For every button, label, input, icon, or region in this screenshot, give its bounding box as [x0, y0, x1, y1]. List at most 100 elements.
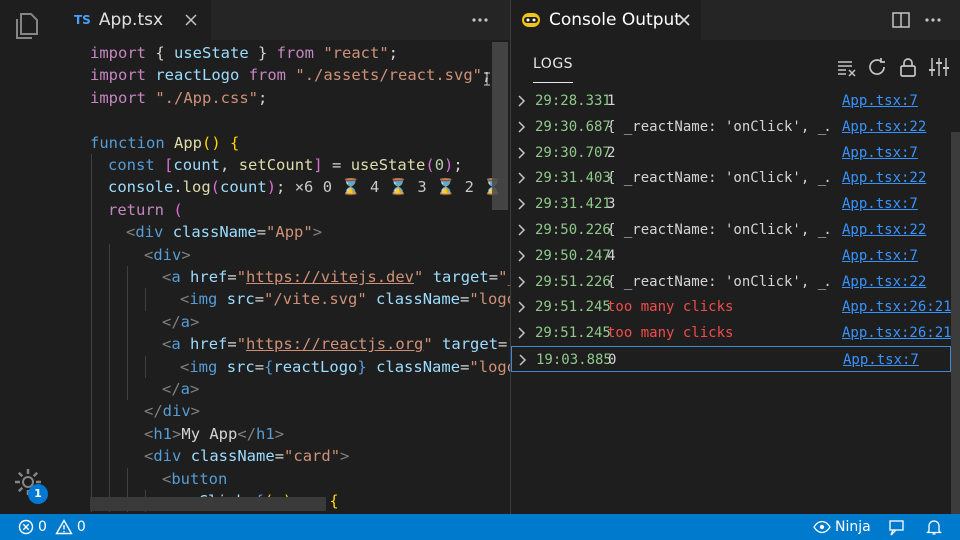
code-line[interactable]: import reactLogo from "./assets/react.sv… [90, 64, 491, 86]
clear-log-icon[interactable] [836, 56, 858, 78]
chevron-right-icon[interactable] [517, 121, 527, 133]
code-line[interactable]: <a href="https://reactjs.org" target="_ [162, 333, 510, 355]
log-row[interactable]: 29:50.247 4 App.tsx:7 [511, 243, 951, 269]
log-row[interactable]: 29:51.245 too many clicks App.tsx:26:21 [511, 294, 952, 320]
chevron-right-icon[interactable] [517, 301, 527, 313]
code-line[interactable]: </div> [144, 400, 200, 422]
split-editor-icon[interactable] [891, 10, 911, 30]
log-row[interactable]: 19:03.885 0 App.tsx:7 [511, 346, 951, 372]
log-timestamp: 29:28.331 [535, 93, 611, 109]
log-row[interactable]: 29:28.331 1 App.tsx:7 [511, 88, 951, 114]
indent-guide [145, 355, 146, 378]
code-line[interactable]: const [count, setCount] = useState(0); [108, 154, 463, 176]
console-scrollbar[interactable] [951, 132, 960, 514]
code-line[interactable]: <div> [144, 244, 191, 266]
console-tab-title: Console Output [549, 10, 681, 30]
chevron-right-icon[interactable] [518, 354, 528, 366]
log-source-link[interactable]: App.tsx:22 [842, 217, 926, 243]
code-line[interactable]: import { useState } from "react"; [90, 42, 398, 64]
indent-guide [145, 288, 146, 311]
log-timestamp: 19:03.885 [536, 352, 612, 368]
log-message: too many clicks [607, 299, 734, 316]
warning-count: 0 [76, 519, 86, 535]
explorer-icon[interactable] [12, 10, 44, 42]
code-line[interactable]: <a href="https://vitejs.dev" target="_b [162, 266, 510, 288]
editor-vertical-scrollbar[interactable] [492, 42, 508, 210]
log-message: 3 [607, 196, 616, 213]
log-message: 0 [608, 352, 617, 368]
log-source-link[interactable]: App.tsx:22 [842, 114, 926, 140]
code-area[interactable]: import { useState } from "react"; import … [56, 40, 510, 514]
chevron-right-icon[interactable] [517, 172, 527, 184]
chevron-right-icon[interactable] [517, 198, 527, 210]
log-source-link[interactable]: App.tsx:7 [843, 347, 919, 373]
chevron-right-icon[interactable] [517, 95, 527, 107]
chevron-right-icon[interactable] [517, 327, 527, 339]
tab-app-tsx[interactable]: TS App.tsx [56, 0, 211, 40]
code-line[interactable]: <div className="App"> [126, 221, 322, 243]
more-actions-icon[interactable] [470, 11, 490, 29]
log-timestamp: 29:50.226 [535, 222, 611, 238]
log-message: 1 [607, 93, 616, 109]
log-timestamp: 29:31.403 [535, 170, 611, 187]
chevron-right-icon[interactable] [517, 224, 527, 236]
code-line[interactable]: return ( [108, 199, 183, 221]
editor-horizontal-scrollbar[interactable] [90, 497, 326, 511]
log-row[interactable]: 29:30.707 2 App.tsx:7 [511, 140, 951, 166]
ninja-icon [522, 13, 540, 27]
tab-logs-underline [533, 82, 573, 83]
log-source-link[interactable]: App.tsx:7 [842, 243, 918, 269]
code-line[interactable]: </a> [162, 311, 199, 333]
log-row[interactable]: 29:51.245 too many clicks App.tsx:26:21 [511, 320, 952, 346]
status-ninja[interactable]: Ninja [813, 514, 871, 540]
status-problems[interactable]: 0 0 [18, 514, 86, 540]
chevron-right-icon[interactable] [517, 276, 527, 288]
typescript-icon: TS [74, 13, 91, 27]
chevron-right-icon[interactable] [517, 250, 527, 262]
code-line[interactable]: import "./App.css"; [90, 87, 267, 109]
log-source-link[interactable]: App.tsx:22 [842, 269, 926, 295]
warning-icon [55, 519, 73, 535]
log-message: 4 [607, 247, 616, 264]
code-line[interactable]: <h1>My App</h1> [144, 423, 284, 445]
log-row[interactable]: 29:50.226{ _reactName: 'onClick', _… App.… [511, 217, 951, 243]
log-timestamp: 29:30.707 [535, 144, 611, 161]
log-timestamp: 29:30.687 [535, 118, 611, 135]
chevron-right-icon[interactable] [517, 147, 527, 159]
close-icon[interactable] [182, 11, 200, 29]
close-icon[interactable] [675, 11, 693, 29]
log-source-link[interactable]: App.tsx:7 [842, 191, 918, 217]
tab-logs[interactable]: LOGS [533, 56, 573, 72]
log-message: { _reactName: 'onClick', _… [607, 273, 829, 290]
bell-icon[interactable] [926, 519, 942, 536]
code-line[interactable]: console.log(count); ×6 0 ⌛ 4 ⌛ 3 ⌛ 2 ⌛ 1… [108, 176, 510, 198]
feedback-icon[interactable] [888, 519, 906, 536]
refresh-icon[interactable] [866, 56, 888, 78]
log-source-link[interactable]: App.tsx:26:21 [842, 294, 952, 320]
code-line[interactable]: </a> [162, 378, 199, 400]
tab-console-output[interactable]: Console Output [511, 0, 701, 40]
log-source-link[interactable]: App.tsx:7 [842, 88, 918, 114]
code-line[interactable]: <img src="/vite.svg" className="logo" [180, 288, 510, 310]
lock-icon[interactable] [897, 56, 919, 78]
tab-title: App.tsx [98, 10, 164, 30]
log-source-link[interactable]: App.tsx:22 [842, 165, 926, 191]
code-line[interactable]: function App() { [90, 132, 239, 154]
code-line[interactable]: <img src={reactLogo} className="logo [180, 356, 510, 378]
code-editor[interactable]: TS App.tsx import { useState } from "rea… [56, 0, 510, 514]
log-row[interactable]: 29:51.226{ _reactName: 'onClick', _… App.… [511, 269, 951, 295]
activity-bar: 1 [0, 0, 56, 514]
code-line[interactable]: <button [162, 468, 227, 490]
code-line[interactable]: <div className="card"> [144, 445, 349, 467]
console-tab-bar: Console Output [511, 0, 960, 40]
log-source-link[interactable]: App.tsx:7 [842, 140, 918, 166]
log-row[interactable]: 29:30.687{ _reactName: 'onClick', _… App.… [511, 114, 951, 140]
error-count: 0 [38, 519, 47, 535]
log-row[interactable]: 29:31.421 3 App.tsx:7 [511, 191, 951, 217]
log-source-link[interactable]: App.tsx:26:21 [842, 320, 952, 346]
settings-sliders-icon[interactable] [928, 56, 950, 78]
log-row[interactable]: 29:31.403{ _reactName: 'onClick', _… App.… [511, 165, 951, 191]
more-actions-icon[interactable] [923, 11, 943, 29]
editor-tab-bar: TS App.tsx [56, 0, 510, 40]
log-timestamp: 29:51.245 [535, 325, 611, 342]
